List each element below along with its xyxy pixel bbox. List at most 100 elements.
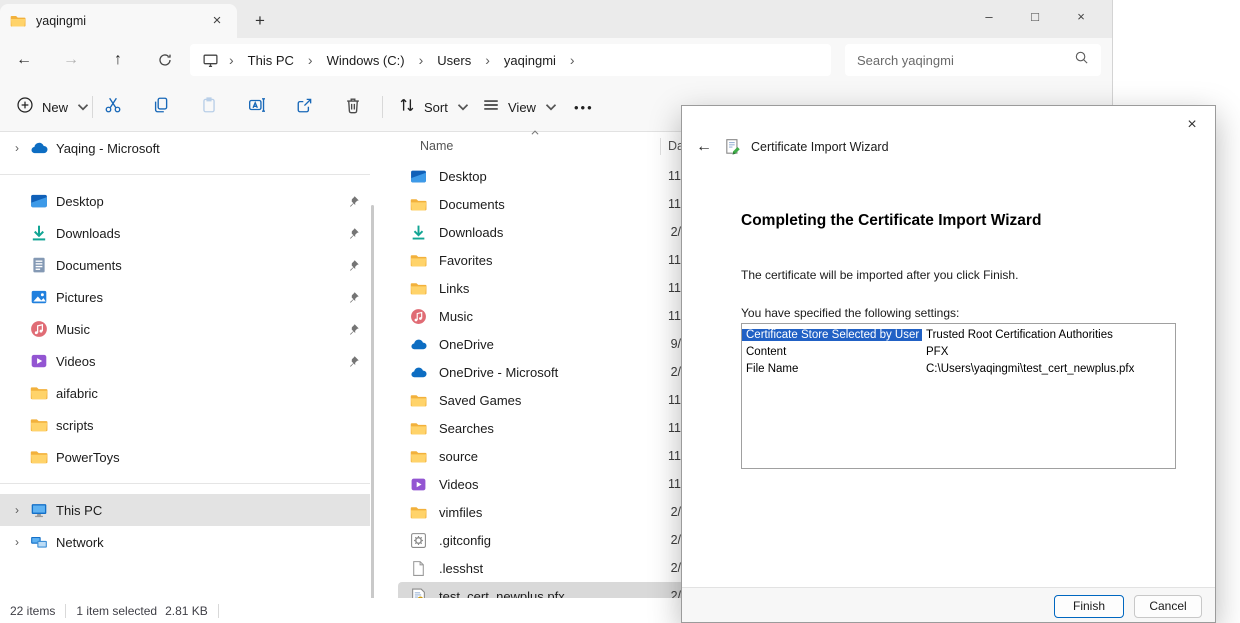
selection-count: 1 item selected (76, 604, 157, 618)
file-row-gitconfig[interactable]: .gitconfig2/ (398, 526, 685, 554)
file-row-links[interactable]: Links11 (398, 274, 685, 302)
folder-icon (410, 420, 427, 437)
back-button[interactable]: ← (8, 44, 40, 76)
folder-icon (30, 384, 48, 402)
pin-icon (347, 355, 360, 368)
file-row-saved-games[interactable]: Saved Games11 (398, 386, 685, 414)
videos-icon (410, 476, 427, 493)
folder-icon (30, 416, 48, 434)
wizard-back-button[interactable]: ← (696, 138, 712, 156)
sidebar-scrollbar[interactable] (371, 205, 374, 623)
file-row-lesshst[interactable]: .lesshst2/ (398, 554, 685, 582)
setting-row-content[interactable]: ContentPFX (742, 343, 1175, 360)
sidebar-item-downloads[interactable]: Downloads (0, 217, 370, 249)
column-headers: Name Da (400, 134, 685, 160)
tab-title: yaqingmi (36, 14, 207, 28)
maximize-button[interactable]: □ (1012, 0, 1058, 34)
sidebar-item-aifabric[interactable]: aifabric (0, 377, 370, 409)
this-pc-icon (202, 52, 219, 69)
file-row-documents[interactable]: Documents11 (398, 190, 685, 218)
minimize-button[interactable]: – (966, 0, 1012, 34)
chevron-right-icon: › (300, 52, 321, 68)
new-tab-button[interactable]: + (248, 10, 272, 34)
refresh-button[interactable] (149, 44, 181, 76)
breadcrumb-item-this-pc[interactable]: This PC (242, 50, 300, 71)
sidebar-item-powertoys[interactable]: PowerToys (0, 441, 370, 473)
close-button[interactable]: × (1058, 0, 1104, 34)
folder-icon (410, 392, 427, 409)
navigation-bar: ← → ↑ › This PC›Windows (C:)›Users›yaqin… (0, 38, 1112, 82)
paste-button[interactable] (192, 90, 226, 124)
breadcrumb-item-windows-c[interactable]: Windows (C:) (321, 50, 411, 71)
file-row-desktop[interactable]: Desktop11 (398, 162, 685, 190)
sort-ascending-icon (530, 128, 540, 138)
up-button[interactable]: ↑ (102, 44, 134, 76)
breadcrumb-item-users[interactable]: Users (431, 50, 477, 71)
music-icon (30, 320, 48, 338)
column-name[interactable]: Name (420, 139, 453, 153)
copy-button[interactable] (144, 90, 178, 124)
chevron-right-icon: › (411, 52, 432, 68)
new-button[interactable]: New (8, 90, 100, 124)
music-icon (410, 308, 427, 325)
breadcrumb[interactable]: › This PC›Windows (C:)›Users›yaqingmi› (190, 44, 831, 76)
setting-row-certificate-store-selected-by-user[interactable]: Certificate Store Selected by UserTruste… (742, 326, 1175, 343)
network-icon (30, 533, 48, 551)
explorer-tab[interactable]: yaqingmi × (0, 4, 237, 38)
sidebar-item-network[interactable]: ›Network (0, 526, 370, 558)
file-row-searches[interactable]: Searches11 (398, 414, 685, 442)
dialog-footer: Finish Cancel (682, 587, 1215, 622)
sidebar-item-desktop[interactable]: Desktop (0, 185, 370, 217)
setting-value: C:\Users\yaqingmi\test_cert_newplus.pfx (922, 363, 1175, 375)
file-row-music[interactable]: Music11 (398, 302, 685, 330)
file-row-favorites[interactable]: Favorites11 (398, 246, 685, 274)
thispc-icon (30, 501, 48, 519)
setting-value: Trusted Root Certification Authorities (922, 329, 1175, 341)
cloud-icon (30, 139, 48, 157)
tab-close-icon[interactable]: × (207, 11, 227, 31)
setting-row-file-name[interactable]: File NameC:\Users\yaqingmi\test_cert_new… (742, 360, 1175, 377)
rename-button[interactable] (240, 90, 274, 124)
sidebar-item-yaqing-microsoft[interactable]: ›Yaqing - Microsoft (0, 132, 370, 164)
cancel-button[interactable]: Cancel (1134, 595, 1202, 618)
search-input[interactable]: Search yaqingmi (845, 44, 1101, 76)
file-row-videos[interactable]: Videos11 (398, 470, 685, 498)
settings-label: You have specified the following setting… (741, 306, 959, 320)
more-options-button[interactable]: ••• (566, 90, 602, 124)
breadcrumb-item-yaqingmi[interactable]: yaqingmi (498, 50, 562, 71)
cut-button[interactable] (96, 90, 130, 124)
chevron-right-icon: › (562, 52, 583, 68)
dialog-close-icon[interactable]: × (1181, 114, 1203, 136)
desktop-icon (30, 192, 48, 210)
sidebar-item-documents[interactable]: Documents (0, 249, 370, 281)
share-button[interactable] (288, 90, 322, 124)
chevron-right-icon: › (8, 503, 26, 517)
file-row-vimfiles[interactable]: vimfiles2/ (398, 498, 685, 526)
sort-button[interactable]: Sort (390, 90, 480, 124)
delete-button[interactable] (336, 90, 370, 124)
forward-button[interactable]: → (55, 44, 87, 76)
desktop-icon (410, 168, 427, 185)
setting-key: Certificate Store Selected by User (742, 329, 922, 341)
file-list: Desktop11Documents11Downloads2/Favorites… (398, 162, 685, 610)
file-row-source[interactable]: source11 (398, 442, 685, 470)
sidebar-item-scripts[interactable]: scripts (0, 409, 370, 441)
pin-icon (347, 323, 360, 336)
plus-circle-icon (16, 96, 34, 119)
finish-button[interactable]: Finish (1054, 595, 1124, 618)
folder-icon (410, 196, 427, 213)
scissors-icon (104, 96, 122, 119)
view-button[interactable]: View (474, 90, 568, 124)
sidebar-divider (0, 174, 370, 175)
sidebar-item-videos[interactable]: Videos (0, 345, 370, 377)
gear-icon (410, 532, 427, 549)
cloud-icon (410, 336, 427, 353)
file-row-onedrive-microsoft[interactable]: OneDrive - Microsoft2/ (398, 358, 685, 386)
pictures-icon (30, 288, 48, 306)
sidebar-item-pictures[interactable]: Pictures (0, 281, 370, 313)
file-row-onedrive[interactable]: OneDrive9/ (398, 330, 685, 358)
file-row-downloads[interactable]: Downloads2/ (398, 218, 685, 246)
sidebar-item-this-pc[interactable]: ›This PC (0, 494, 370, 526)
pin-icon (347, 227, 360, 240)
sidebar-item-music[interactable]: Music (0, 313, 370, 345)
